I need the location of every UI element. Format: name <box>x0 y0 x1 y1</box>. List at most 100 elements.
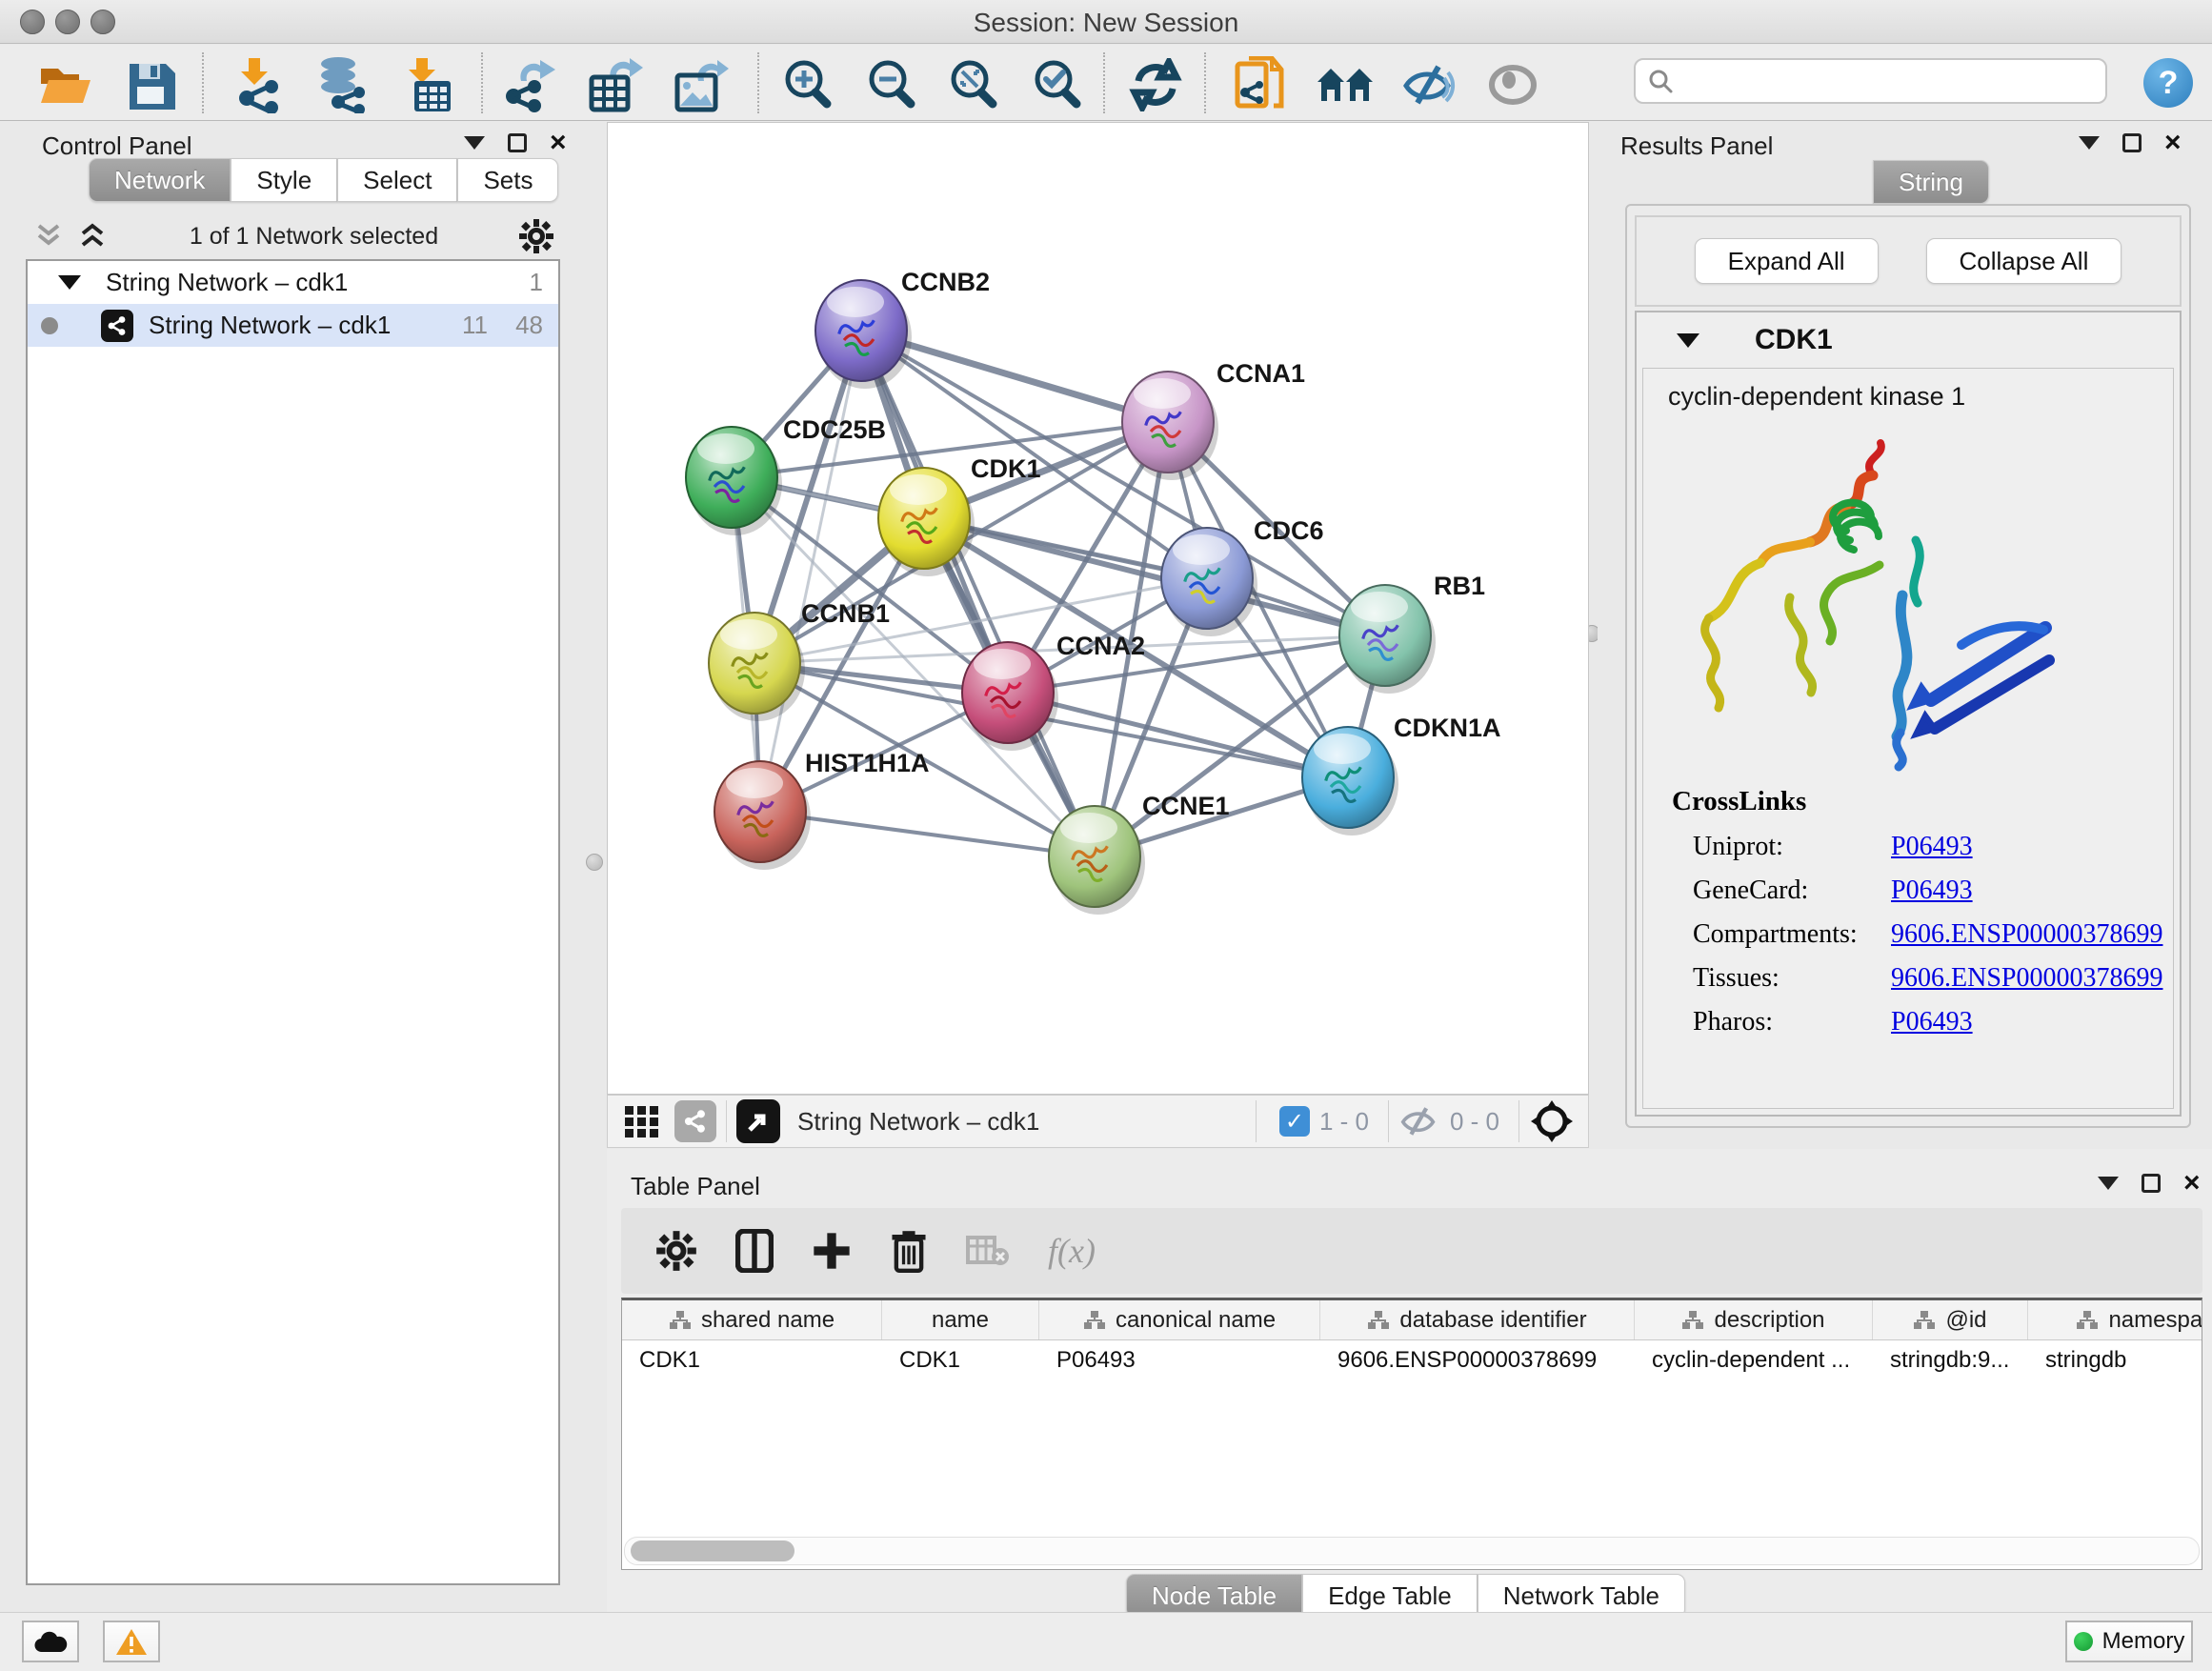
network-node-ccna1[interactable]: CCNA1 <box>1122 359 1305 480</box>
close-panel-icon[interactable]: × <box>2164 133 2182 152</box>
panel-menu-icon[interactable] <box>464 136 485 150</box>
panel-menu-icon[interactable] <box>2079 136 2100 150</box>
gene-name: CDK1 <box>1755 324 1833 356</box>
export-network-button[interactable] <box>499 56 560 113</box>
crosslink-link[interactable]: P06493 <box>1891 1007 1973 1037</box>
save-session-button[interactable] <box>120 56 181 113</box>
close-panel-icon[interactable]: × <box>2183 1174 2201 1193</box>
export-image-icon <box>674 56 729 113</box>
network-node-cdkn1a[interactable]: CDKN1A <box>1302 714 1501 836</box>
expand-all-icon[interactable] <box>77 222 110 251</box>
node-table[interactable]: shared namenamecanonical namedatabase id… <box>621 1298 2202 1570</box>
table-cell[interactable]: stringdb <box>2028 1340 2202 1380</box>
import-table-from-file-button[interactable] <box>396 56 457 113</box>
cloud-button[interactable] <box>22 1621 79 1662</box>
zoom-in-button[interactable] <box>777 56 838 113</box>
network-node-cdc6[interactable]: CDC6 <box>1161 516 1324 636</box>
network-edge[interactable] <box>861 331 1095 856</box>
tab-network[interactable]: Network <box>89 158 231 202</box>
network-share-icon[interactable] <box>674 1100 716 1142</box>
tab-select[interactable]: Select <box>337 158 457 202</box>
network-edge[interactable] <box>760 331 861 812</box>
first-neighbors-button[interactable] <box>1315 56 1376 113</box>
node-label: CDC25B <box>783 415 886 444</box>
selected-checkbox-icon[interactable]: ✓ <box>1279 1106 1310 1137</box>
hide-selected-button[interactable] <box>1398 56 1459 113</box>
network-collection-row[interactable]: String Network – cdk1 1 <box>28 261 558 304</box>
float-panel-icon[interactable] <box>508 133 527 152</box>
tab-sets[interactable]: Sets <box>457 158 558 202</box>
zoom-out-button[interactable] <box>861 56 922 113</box>
network-row[interactable]: String Network – cdk1 11 48 <box>28 304 558 347</box>
help-button[interactable]: ? <box>2143 58 2193 108</box>
left-splitter-handle[interactable] <box>586 854 603 871</box>
warnings-button[interactable] <box>103 1621 160 1662</box>
column-header-namespace[interactable]: namespace <box>2028 1300 2202 1339</box>
export-table-button[interactable] <box>585 56 646 113</box>
network-node-ccnb1[interactable]: CCNB1 <box>709 599 890 721</box>
export-image-button[interactable] <box>671 56 732 113</box>
show-all-button[interactable] <box>1482 56 1543 113</box>
table-cell[interactable]: CDK1 <box>622 1340 882 1380</box>
column-header-database-identifier[interactable]: database identifier <box>1320 1300 1635 1339</box>
network-node-hist1h1a[interactable]: HIST1H1A <box>714 749 930 870</box>
column-header-description[interactable]: description <box>1635 1300 1873 1339</box>
crosslink-link[interactable]: 9606.ENSP00000378699 <box>1891 963 2162 994</box>
panel-menu-icon[interactable] <box>2098 1177 2119 1190</box>
zoom-fit-button[interactable] <box>943 56 1004 113</box>
table-cell[interactable]: stringdb:9... <box>1873 1340 2028 1380</box>
table-panel-title: Table Panel <box>631 1172 760 1201</box>
section-collapse-icon[interactable] <box>1677 333 1699 348</box>
gene-section-header[interactable]: CDK1 <box>1637 312 2180 368</box>
network-node-cdk1[interactable]: CDK1 <box>878 454 1041 576</box>
results-panel-title: Results Panel <box>1620 131 1773 161</box>
close-panel-icon[interactable]: × <box>550 133 567 152</box>
collapse-all-icon[interactable] <box>33 222 66 251</box>
delete-column-icon[interactable] <box>890 1229 928 1273</box>
collection-expand-icon[interactable] <box>58 275 81 290</box>
crosslink-link[interactable]: P06493 <box>1891 832 1973 862</box>
memory-button[interactable]: Memory <box>2065 1621 2193 1662</box>
footer-separator <box>1256 1100 1257 1142</box>
gear-icon[interactable] <box>518 218 554 254</box>
table-row[interactable]: CDK1CDK1P064939606.ENSP00000378699cyclin… <box>622 1340 2202 1380</box>
float-panel-icon[interactable] <box>2122 133 2142 152</box>
zoom-selected-button[interactable] <box>1027 56 1088 113</box>
network-graph[interactable]: CCNB2CCNA1CDC25BCDK1CDC6RB1CCNB1CCNA2CDK… <box>608 123 1588 1094</box>
scrollbar-thumb[interactable] <box>631 1540 794 1561</box>
table-horizontal-scrollbar[interactable] <box>624 1537 2200 1565</box>
network-node-ccnb2[interactable]: CCNB2 <box>815 268 990 389</box>
table-cell[interactable]: 9606.ENSP00000378699 <box>1320 1340 1635 1380</box>
column-type-icon <box>2076 1310 2099 1331</box>
column-header-shared-name[interactable]: shared name <box>622 1300 882 1339</box>
table-cell[interactable]: P06493 <box>1039 1340 1320 1380</box>
tab-string[interactable]: String <box>1873 160 1989 204</box>
tab-style[interactable]: Style <box>231 158 337 202</box>
float-panel-icon[interactable] <box>2142 1174 2161 1193</box>
search-input[interactable] <box>1674 68 2105 94</box>
add-column-icon[interactable] <box>812 1231 852 1271</box>
table-cell[interactable]: cyclin-dependent ... <box>1635 1340 1873 1380</box>
show-columns-icon[interactable] <box>735 1229 774 1273</box>
table-cell[interactable]: CDK1 <box>882 1340 1039 1380</box>
crosslink-link[interactable]: P06493 <box>1891 876 1973 906</box>
network-node-rb1[interactable]: RB1 <box>1339 572 1485 694</box>
import-network-from-database-button[interactable] <box>311 56 372 113</box>
column-header--id[interactable]: @id <box>1873 1300 2028 1339</box>
expand-all-button[interactable]: Expand All <box>1695 238 1879 284</box>
detach-view-icon[interactable] <box>736 1099 780 1143</box>
network-node-ccne1[interactable]: CCNE1 <box>1049 792 1230 915</box>
refresh-button[interactable] <box>1125 56 1186 113</box>
import-network-from-file-button[interactable] <box>227 56 288 113</box>
open-session-button[interactable] <box>34 56 95 113</box>
network-view-canvas[interactable]: CCNB2CCNA1CDC25BCDK1CDC6RB1CCNB1CCNA2CDK… <box>607 122 1589 1095</box>
birds-eye-view-icon[interactable] <box>1529 1098 1575 1144</box>
collapse-all-button[interactable]: Collapse All <box>1926 238 2122 284</box>
new-network-from-selection-button[interactable] <box>1229 56 1290 113</box>
search-box[interactable] <box>1634 58 2107 104</box>
column-header-name[interactable]: name <box>882 1300 1039 1339</box>
column-header-canonical-name[interactable]: canonical name <box>1039 1300 1320 1339</box>
grid-view-icon[interactable] <box>623 1102 661 1140</box>
table-settings-gear-icon[interactable] <box>655 1230 697 1272</box>
crosslink-link[interactable]: 9606.ENSP00000378699 <box>1891 919 2162 950</box>
